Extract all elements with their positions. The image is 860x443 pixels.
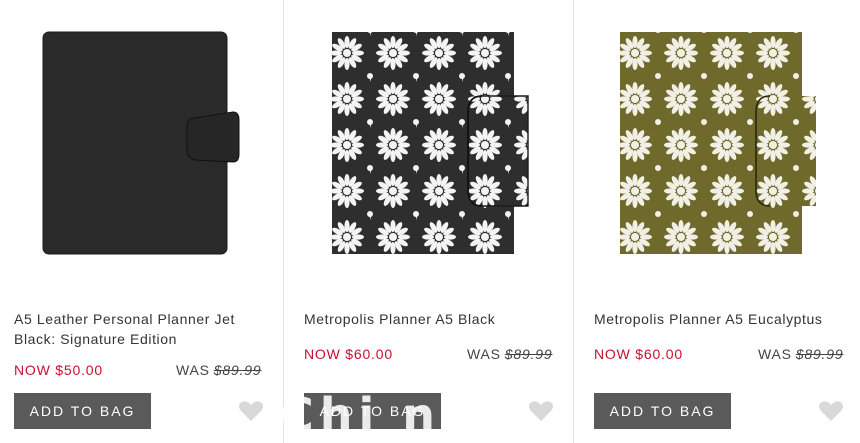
original-price: WAS $89.99	[758, 346, 843, 362]
product-title[interactable]: A5 Leather Personal Planner Jet Black: S…	[14, 309, 274, 349]
was-price: $89.99	[795, 346, 844, 362]
product-card: A5 Leather Personal Planner Jet Black: S…	[0, 0, 283, 443]
wishlist-heart-icon[interactable]	[818, 400, 844, 422]
was-price: $89.99	[213, 362, 262, 378]
was-label: WAS	[176, 362, 210, 378]
was-label: WAS	[758, 346, 792, 362]
olive-white-star-pattern-planner-image	[620, 32, 816, 254]
add-to-bag-button[interactable]: ADD TO BAG	[14, 393, 151, 429]
sale-price: NOW $60.00	[304, 346, 393, 362]
sale-price: NOW $50.00	[14, 362, 103, 378]
product-card: Metropolis Planner A5 Eucalyptus NOW $60…	[574, 0, 860, 443]
original-price: WAS $89.99	[467, 346, 552, 362]
product-image-link[interactable]	[0, 0, 283, 290]
product-image-link[interactable]	[284, 0, 573, 290]
black-leather-planner-image	[42, 31, 239, 255]
product-title[interactable]: Metropolis Planner A5 Eucalyptus	[594, 309, 856, 329]
wishlist-heart-icon[interactable]	[238, 400, 264, 422]
product-title[interactable]: Metropolis Planner A5 Black	[304, 309, 564, 329]
was-price: $89.99	[504, 346, 553, 362]
product-grid: A5 Leather Personal Planner Jet Black: S…	[0, 0, 860, 443]
was-label: WAS	[467, 346, 501, 362]
sale-price: NOW $60.00	[594, 346, 683, 362]
watermark-overlay: Chi na	[280, 388, 479, 442]
product-image-link[interactable]	[574, 0, 860, 290]
black-white-star-pattern-planner-image	[331, 32, 529, 254]
add-to-bag-button[interactable]: ADD TO BAG	[594, 393, 731, 429]
wishlist-heart-icon[interactable]	[528, 400, 554, 422]
original-price: WAS $89.99	[176, 362, 261, 378]
product-card: Metropolis Planner A5 Black NOW $60.00 W…	[284, 0, 573, 443]
